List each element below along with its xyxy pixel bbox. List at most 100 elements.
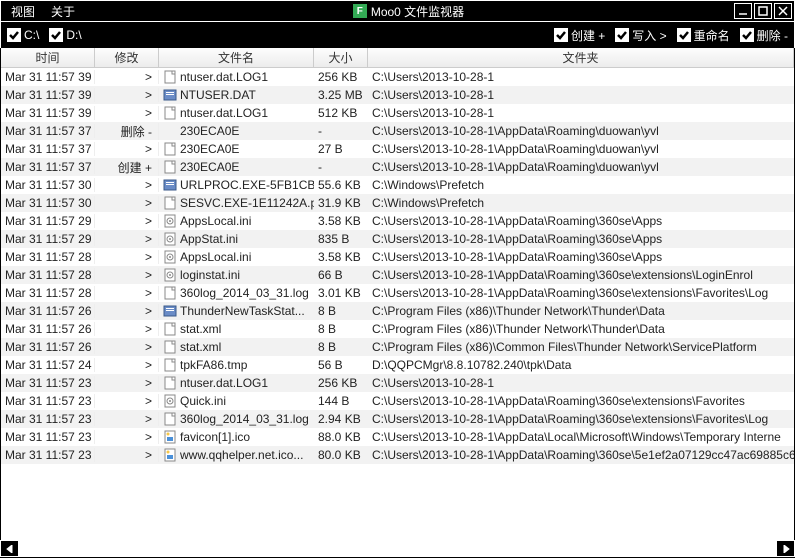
cell-file: ntuser.dat.LOG1 bbox=[159, 70, 314, 84]
table-row[interactable]: Mar 31 11:57 23>ntuser.dat.LOG1256 KBC:\… bbox=[1, 374, 794, 392]
table-row[interactable]: Mar 31 11:57 26>stat.xml8 BC:\Program Fi… bbox=[1, 320, 794, 338]
cell-time: Mar 31 11:57 30 bbox=[1, 196, 95, 210]
cell-file: URLPROC.EXE-5FB1CB... bbox=[159, 178, 314, 192]
table-row[interactable]: Mar 31 11:57 24>tpkFA86.tmp56 BD:\QQPCMg… bbox=[1, 356, 794, 374]
table-row[interactable]: Mar 31 11:57 39>NTUSER.DAT3.25 MBC:\User… bbox=[1, 86, 794, 104]
cell-time: Mar 31 11:57 23 bbox=[1, 376, 95, 390]
table-body[interactable]: Mar 31 11:57 39>ntuser.dat.LOG1256 KBC:\… bbox=[1, 68, 794, 540]
cell-size: 8 B bbox=[314, 304, 368, 318]
scroll-left-button[interactable] bbox=[1, 541, 18, 556]
cell-mod: > bbox=[95, 448, 159, 462]
drive-c-checkbox[interactable]: C:\ bbox=[7, 28, 39, 42]
table-row[interactable]: Mar 31 11:57 23>www.qqhelper.net.ico...8… bbox=[1, 446, 794, 464]
table-row[interactable]: Mar 31 11:57 37删除 -230ECA0E-C:\Users\201… bbox=[1, 122, 794, 140]
horizontal-scrollbar[interactable] bbox=[0, 540, 795, 557]
cell-size: 835 B bbox=[314, 232, 368, 246]
filter-delete-checkbox[interactable]: 删除 - bbox=[740, 27, 788, 44]
table-row[interactable]: Mar 31 11:57 23>favicon[1].ico88.0 KBC:\… bbox=[1, 428, 794, 446]
cell-folder: D:\QQPCMgr\8.8.10782.240\tpk\Data bbox=[368, 358, 794, 372]
cell-size: - bbox=[314, 124, 368, 138]
cell-file: SESVC.EXE-1E11242A.pf bbox=[159, 196, 314, 210]
maximize-button[interactable] bbox=[754, 3, 772, 19]
cell-folder: C:\Users\2013-10-28-1\AppData\Roaming\36… bbox=[368, 250, 794, 264]
cell-folder: C:\Users\2013-10-28-1 bbox=[368, 88, 794, 102]
cell-folder: C:\Users\2013-10-28-1\AppData\Roaming\du… bbox=[368, 160, 794, 174]
cell-mod: > bbox=[95, 142, 159, 156]
table-row[interactable]: Mar 31 11:57 26>ThunderNewTaskStat...8 B… bbox=[1, 302, 794, 320]
col-size[interactable]: 大小 bbox=[314, 48, 368, 67]
cell-mod: > bbox=[95, 196, 159, 210]
cell-file: Quick.ini bbox=[159, 394, 314, 408]
cell-folder: C:\Users\2013-10-28-1\AppData\Roaming\36… bbox=[368, 412, 794, 426]
cell-time: Mar 31 11:57 23 bbox=[1, 430, 95, 444]
cell-size: 27 B bbox=[314, 142, 368, 156]
cell-time: Mar 31 11:57 26 bbox=[1, 340, 95, 354]
cell-folder: C:\Users\2013-10-28-1\AppData\Roaming\36… bbox=[368, 394, 794, 408]
cell-mod: > bbox=[95, 88, 159, 102]
table-row[interactable]: Mar 31 11:57 23>Quick.ini144 BC:\Users\2… bbox=[1, 392, 794, 410]
cell-time: Mar 31 11:57 28 bbox=[1, 286, 95, 300]
cell-folder: C:\Users\2013-10-28-1\AppData\Roaming\36… bbox=[368, 232, 794, 246]
table-row[interactable]: Mar 31 11:57 37>230ECA0E27 BC:\Users\201… bbox=[1, 140, 794, 158]
filter-rename-checkbox[interactable]: 重命名 bbox=[677, 27, 730, 44]
table-row[interactable]: Mar 31 11:57 39>ntuser.dat.LOG1512 KBC:\… bbox=[1, 104, 794, 122]
cell-size: 144 B bbox=[314, 394, 368, 408]
table-row[interactable]: Mar 31 11:57 28>360log_2014_03_31.log3.0… bbox=[1, 284, 794, 302]
close-button[interactable] bbox=[774, 3, 792, 19]
menu-view[interactable]: 视图 bbox=[3, 3, 43, 20]
table-row[interactable]: Mar 31 11:57 23>360log_2014_03_31.log2.9… bbox=[1, 410, 794, 428]
title-bar: 视图 关于 F Moo0 文件监视器 bbox=[0, 0, 795, 22]
cell-mod: > bbox=[95, 430, 159, 444]
filter-write-checkbox[interactable]: 写入 > bbox=[615, 27, 666, 44]
col-mod[interactable]: 修改 bbox=[95, 48, 159, 67]
col-file[interactable]: 文件名 bbox=[159, 48, 314, 67]
cell-mod: > bbox=[95, 376, 159, 390]
drive-c-label: C:\ bbox=[24, 28, 39, 42]
cell-size: 8 B bbox=[314, 340, 368, 354]
cell-mod: > bbox=[95, 214, 159, 228]
app-icon: F bbox=[353, 4, 367, 18]
cell-size: 55.6 KB bbox=[314, 178, 368, 192]
cell-mod: > bbox=[95, 304, 159, 318]
cell-size: 80.0 KB bbox=[314, 448, 368, 462]
cell-file: loginstat.ini bbox=[159, 268, 314, 282]
table-row[interactable]: Mar 31 11:57 30>URLPROC.EXE-5FB1CB...55.… bbox=[1, 176, 794, 194]
filter-create-checkbox[interactable]: 创建 + bbox=[554, 27, 605, 44]
cell-time: Mar 31 11:57 37 bbox=[1, 160, 95, 174]
cell-size: 31.9 KB bbox=[314, 196, 368, 210]
cell-size: 3.58 KB bbox=[314, 214, 368, 228]
cell-time: Mar 31 11:57 23 bbox=[1, 412, 95, 426]
scroll-track[interactable] bbox=[18, 541, 777, 556]
cell-folder: C:\Users\2013-10-28-1\AppData\Roaming\36… bbox=[368, 268, 794, 282]
cell-mod: > bbox=[95, 106, 159, 120]
cell-mod: 创建 + bbox=[95, 159, 159, 176]
table-row[interactable]: Mar 31 11:57 39>ntuser.dat.LOG1256 KBC:\… bbox=[1, 68, 794, 86]
table-row[interactable]: Mar 31 11:57 29>AppStat.ini835 BC:\Users… bbox=[1, 230, 794, 248]
cell-size: 3.58 KB bbox=[314, 250, 368, 264]
cell-file: AppsLocal.ini bbox=[159, 214, 314, 228]
table-row[interactable]: Mar 31 11:57 28>AppsLocal.ini3.58 KBC:\U… bbox=[1, 248, 794, 266]
cell-folder: C:\Program Files (x86)\Thunder Network\T… bbox=[368, 322, 794, 336]
cell-time: Mar 31 11:57 37 bbox=[1, 142, 95, 156]
table-row[interactable]: Mar 31 11:57 37创建 +230ECA0E-C:\Users\201… bbox=[1, 158, 794, 176]
drive-d-label: D:\ bbox=[66, 28, 81, 42]
cell-file: ThunderNewTaskStat... bbox=[159, 304, 314, 318]
col-folder[interactable]: 文件夹 bbox=[368, 48, 794, 67]
table-row[interactable]: Mar 31 11:57 29>AppsLocal.ini3.58 KBC:\U… bbox=[1, 212, 794, 230]
table-row[interactable]: Mar 31 11:57 26>stat.xml8 BC:\Program Fi… bbox=[1, 338, 794, 356]
cell-file: AppStat.ini bbox=[159, 232, 314, 246]
cell-file: www.qqhelper.net.ico... bbox=[159, 448, 314, 462]
drive-d-checkbox[interactable]: D:\ bbox=[49, 28, 81, 42]
cell-folder: C:\Users\2013-10-28-1\AppData\Roaming\du… bbox=[368, 124, 794, 138]
minimize-button[interactable] bbox=[734, 3, 752, 19]
scroll-right-button[interactable] bbox=[777, 541, 794, 556]
menu-about[interactable]: 关于 bbox=[43, 3, 83, 20]
cell-size: 256 KB bbox=[314, 70, 368, 84]
cell-time: Mar 31 11:57 39 bbox=[1, 106, 95, 120]
table-row[interactable]: Mar 31 11:57 30>SESVC.EXE-1E11242A.pf31.… bbox=[1, 194, 794, 212]
cell-folder: C:\Users\2013-10-28-1\AppData\Roaming\du… bbox=[368, 142, 794, 156]
cell-size: 88.0 KB bbox=[314, 430, 368, 444]
cell-file: 230ECA0E bbox=[159, 142, 314, 156]
table-row[interactable]: Mar 31 11:57 28>loginstat.ini66 BC:\User… bbox=[1, 266, 794, 284]
col-time[interactable]: 时间 bbox=[1, 48, 95, 67]
